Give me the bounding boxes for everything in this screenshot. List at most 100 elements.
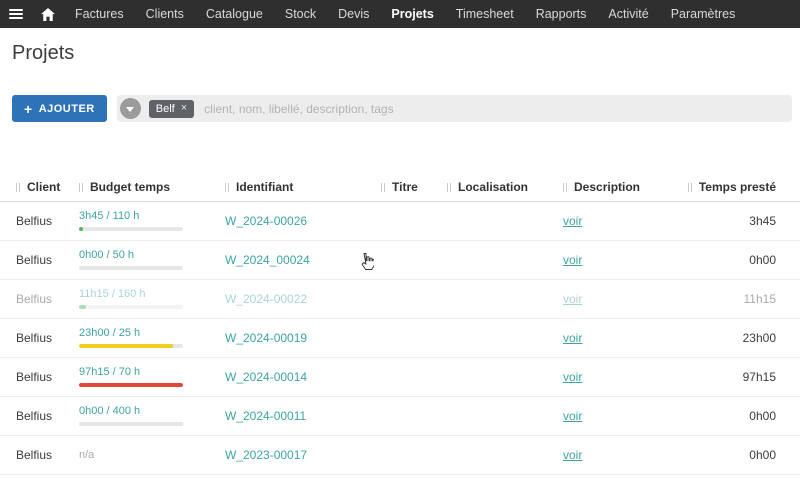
table-row: Belfius 11h15 / 160 h W_2024-00022 voir … (0, 279, 800, 319)
client-name: Belfius (16, 330, 53, 345)
column-header-temps-preste[interactable]: Temps presté (674, 174, 800, 202)
home-icon[interactable] (32, 0, 64, 28)
budget-bar-fill (79, 305, 87, 309)
client-name: Belfius (16, 408, 53, 423)
filter-tag[interactable]: Belf × (148, 99, 195, 118)
budget-bar-track (79, 266, 183, 270)
project-link[interactable]: W_2024_00024 (225, 253, 310, 267)
search-bar[interactable]: Belf × (116, 95, 792, 122)
column-label: Budget temps (90, 180, 171, 195)
nav-item-devis[interactable]: Devis (327, 0, 380, 28)
filter-dropdown-button[interactable] (119, 98, 141, 119)
projects-table: Client Budget temps Identifiant Titre Lo… (0, 174, 800, 475)
budget-text: 0h00 / 400 h (79, 405, 141, 417)
nav-item-projets[interactable]: Projets (380, 0, 444, 28)
project-link[interactable]: W_2024-00014 (225, 370, 307, 384)
toolbar: + AJOUTER Belf × (12, 95, 792, 122)
temps-preste-value: 97h15 (742, 369, 776, 384)
chevron-down-icon (126, 107, 135, 112)
nav-item-clients[interactable]: Clients (135, 0, 195, 28)
table-row: Belfius 97h15 / 70 h W_2024-00014 voir 9… (0, 357, 800, 397)
voir-link[interactable]: voir (563, 292, 582, 306)
column-label: Description (574, 180, 641, 195)
column-header-identifiant[interactable]: Identifiant (224, 174, 380, 202)
client-name: Belfius (16, 369, 53, 384)
search-input[interactable] (202, 100, 784, 117)
temps-preste-value: 11h15 (743, 291, 776, 306)
table-row: Belfius 23h00 / 25 h W_2024-00019 voir 2… (0, 318, 800, 358)
nav-item-activite[interactable]: Activité (597, 0, 659, 28)
temps-preste-value: 3h45 (749, 213, 776, 228)
temps-preste-value: 0h00 (749, 447, 776, 462)
column-header-description[interactable]: Description (562, 174, 674, 202)
sort-grip-icon (687, 183, 692, 193)
budget-text: 23h00 / 25 h (79, 327, 141, 339)
top-navbar: Factures Clients Catalogue Stock Devis P… (0, 0, 800, 28)
column-label: Temps presté (698, 180, 776, 195)
column-header-localisation[interactable]: Localisation (446, 174, 562, 202)
nav-item-factures[interactable]: Factures (64, 0, 135, 28)
voir-link[interactable]: voir (563, 214, 582, 228)
budget-bar-track (79, 422, 183, 426)
table-header-row: Client Budget temps Identifiant Titre Lo… (0, 174, 800, 202)
add-button[interactable]: + AJOUTER (12, 95, 107, 122)
project-link[interactable]: W_2024-00019 (225, 331, 307, 345)
sort-grip-icon (79, 183, 83, 193)
sort-grip-icon (381, 183, 385, 193)
budget-bar-fill (79, 383, 183, 387)
budget-bar-track (79, 227, 183, 231)
client-name: Belfius (16, 447, 53, 462)
sort-grip-icon (225, 183, 229, 193)
budget-text: 3h45 / 110 h (79, 210, 140, 222)
column-header-titre[interactable]: Titre (380, 174, 446, 202)
budget-text: n/a (79, 448, 95, 461)
voir-link[interactable]: voir (563, 370, 582, 384)
table-row: Belfius 0h00 / 50 h W_2024_00024 voir 0h… (0, 240, 800, 280)
budget-text: 11h15 / 160 h (79, 288, 146, 300)
hamburger-menu-icon[interactable] (0, 0, 32, 28)
voir-link[interactable]: voir (563, 331, 582, 345)
table-row: Belfius n/a W_2023-00017 voir 0h00 (0, 435, 800, 475)
nav-item-parametres[interactable]: Paramètres (660, 0, 747, 28)
temps-preste-value: 23h00 (742, 330, 776, 345)
temps-preste-value: 0h00 (749, 252, 776, 267)
client-name: Belfius (16, 213, 53, 228)
voir-link[interactable]: voir (563, 448, 582, 462)
client-name: Belfius (16, 252, 53, 267)
nav-item-timesheet[interactable]: Timesheet (445, 0, 525, 28)
column-label: Titre (392, 180, 418, 195)
nav-item-stock[interactable]: Stock (274, 0, 327, 28)
sort-grip-icon (447, 183, 451, 193)
plus-icon: + (24, 100, 33, 117)
nav-item-catalogue[interactable]: Catalogue (195, 0, 274, 28)
sort-grip-icon (563, 183, 567, 193)
project-link[interactable]: W_2023-00017 (225, 448, 307, 462)
client-name: Belfius (16, 291, 53, 306)
budget-bar-track (79, 383, 183, 387)
page-title: Projets (12, 42, 75, 64)
column-label: Localisation (458, 180, 529, 195)
column-label: Client (27, 180, 61, 195)
project-link[interactable]: W_2024-00022 (225, 292, 307, 306)
column-header-budget-temps[interactable]: Budget temps (78, 174, 224, 202)
budget-text: 0h00 / 50 h (79, 249, 135, 261)
voir-link[interactable]: voir (563, 253, 582, 267)
hamburger-bars (9, 7, 23, 21)
column-label: Identifiant (236, 180, 294, 195)
temps-preste-value: 0h00 (749, 408, 776, 423)
budget-bar-fill (79, 227, 84, 231)
voir-link[interactable]: voir (563, 409, 582, 423)
nav-item-rapports[interactable]: Rapports (525, 0, 598, 28)
budget-bar-track (79, 305, 183, 309)
tag-close-icon[interactable]: × (181, 103, 187, 114)
add-button-label: AJOUTER (38, 102, 95, 115)
project-link[interactable]: W_2024-00011 (225, 409, 306, 423)
table-row: Belfius 0h00 / 400 h W_2024-00011 voir 0… (0, 396, 800, 436)
filter-tag-label: Belf (155, 102, 175, 115)
project-link[interactable]: W_2024-00026 (225, 214, 307, 228)
column-header-client[interactable]: Client (0, 174, 78, 202)
table-row: Belfius 3h45 / 110 h W_2024-00026 voir 3… (0, 201, 800, 241)
budget-bar-fill (79, 344, 173, 348)
budget-bar-track (79, 344, 183, 348)
sort-grip-icon (16, 183, 20, 193)
